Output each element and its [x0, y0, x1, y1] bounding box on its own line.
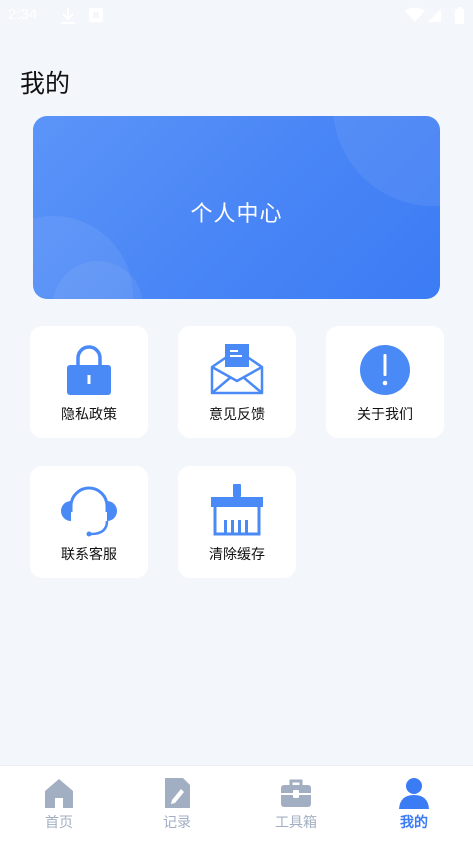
- nav-label: 记录: [163, 815, 191, 831]
- menu-label: 隐私政策: [61, 407, 117, 423]
- bottom-navigation: 首页 记录 工具箱 我的: [0, 765, 473, 841]
- nav-item-home[interactable]: 首页: [0, 766, 118, 841]
- lock-icon: [67, 345, 111, 395]
- banner-title: 个人中心: [190, 202, 283, 227]
- menu-label: 联系客服: [61, 547, 117, 563]
- privacy-policy-card[interactable]: 隐私政策: [30, 326, 148, 438]
- personal-center-banner[interactable]: 个人中心: [33, 116, 440, 299]
- signal-icon: [428, 9, 441, 22]
- nav-item-toolbox[interactable]: 工具箱: [237, 766, 355, 841]
- user-icon: [399, 778, 429, 809]
- wifi-icon: [405, 7, 425, 22]
- headset-icon: [61, 486, 117, 537]
- toolbox-icon: [281, 779, 311, 807]
- status-bar: 2:34: [0, 0, 473, 34]
- clear-cache-card[interactable]: 清除缓存: [178, 466, 296, 578]
- mail-icon: [210, 344, 264, 395]
- status-time: 2:34: [8, 6, 38, 23]
- nav-label: 我的: [400, 815, 428, 831]
- record-icon: [165, 778, 190, 808]
- customer-service-card[interactable]: 联系客服: [30, 466, 148, 578]
- nav-item-mine[interactable]: 我的: [355, 766, 473, 841]
- broom-icon: [211, 484, 263, 536]
- about-us-card[interactable]: 关于我们: [326, 326, 444, 438]
- nav-label: 工具箱: [275, 815, 317, 831]
- nav-item-records[interactable]: 记录: [118, 766, 236, 841]
- home-icon: [45, 779, 73, 808]
- nav-label: 首页: [45, 815, 73, 831]
- banner-decoration: [333, 116, 440, 206]
- info-icon: [360, 345, 410, 395]
- feedback-card[interactable]: 意见反馈: [178, 326, 296, 438]
- menu-label: 关于我们: [357, 407, 413, 423]
- battery-icon: [455, 7, 464, 24]
- menu-label: 清除缓存: [209, 547, 265, 563]
- download-icon: [61, 8, 75, 24]
- notification-icon: [89, 8, 103, 22]
- page-title: 我的: [20, 69, 71, 98]
- menu-label: 意见反馈: [209, 407, 265, 423]
